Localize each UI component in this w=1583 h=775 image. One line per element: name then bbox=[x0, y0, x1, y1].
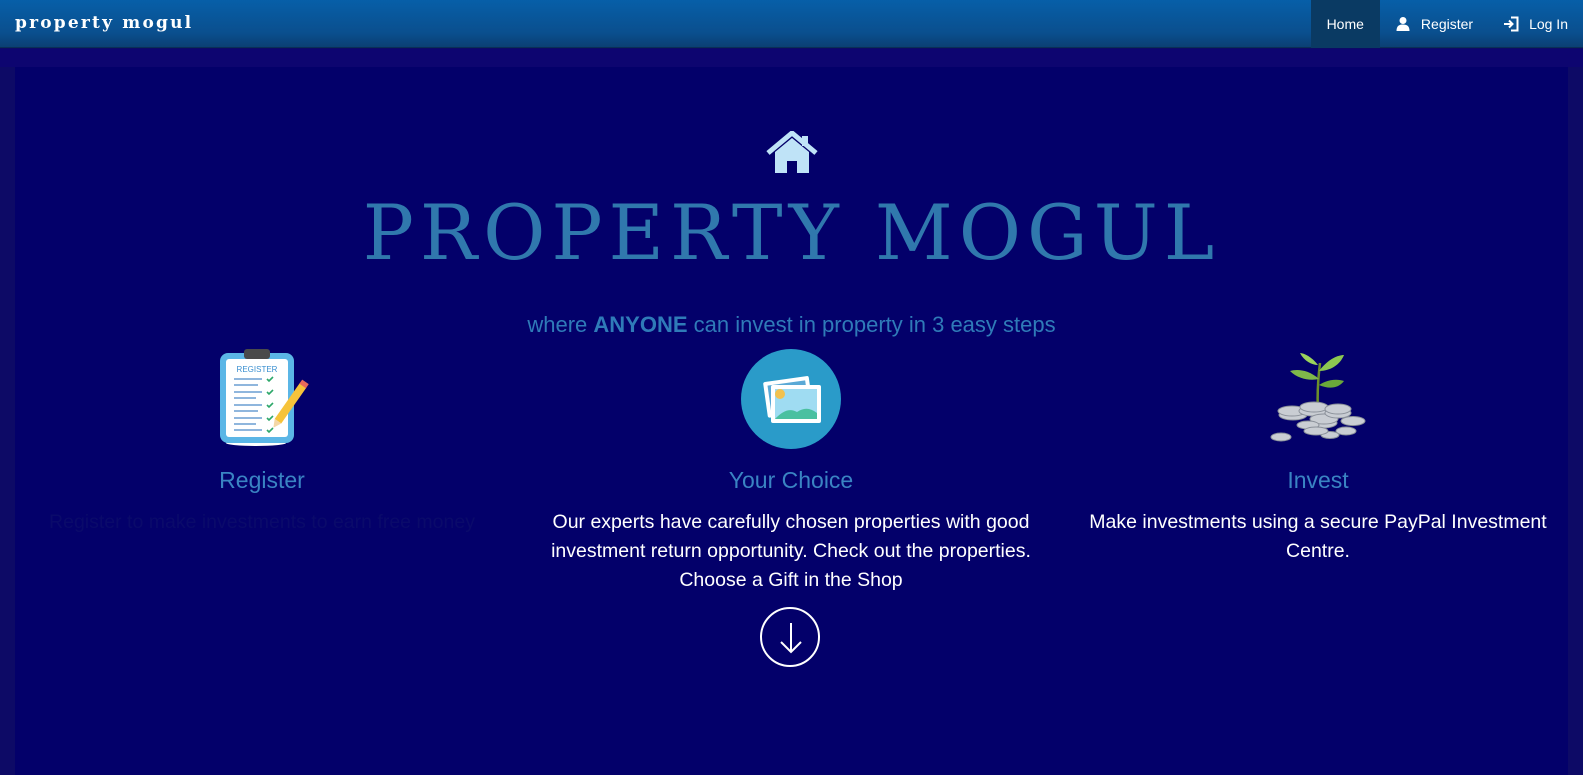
nav-home[interactable]: Home bbox=[1310, 0, 1380, 48]
step-your-choice: Your Choice Our experts have carefully c… bbox=[541, 349, 1041, 595]
hero-subtitle: where ANYONE can invest in property in 3… bbox=[0, 312, 1583, 338]
login-icon bbox=[1503, 16, 1519, 32]
arrow-down-circle-icon bbox=[780, 623, 802, 654]
nav-menu: Home Register Log In bbox=[1310, 0, 1583, 48]
coins-plant-icon bbox=[1268, 349, 1368, 449]
step-your-choice-title: Your Choice bbox=[728, 467, 854, 493]
photos-icon bbox=[741, 349, 841, 449]
subtitle-prefix: where bbox=[527, 312, 594, 337]
subtitle-emphasis: ANYONE bbox=[593, 312, 688, 337]
nav-login[interactable]: Log In bbox=[1488, 0, 1583, 48]
page-title: PROPERTY MOGUL bbox=[362, 188, 1221, 277]
step-invest-title: Invest bbox=[1287, 467, 1349, 493]
nav-register[interactable]: Register bbox=[1380, 0, 1488, 48]
step-invest-description: Make investments using a secure PayPal I… bbox=[1089, 511, 1547, 562]
clipboard-text: REGISTER bbox=[237, 365, 278, 374]
step-register: REGISTER Register Register to make inves… bbox=[12, 349, 512, 537]
nav-login-label: Log In bbox=[1529, 16, 1568, 32]
brand-logo[interactable]: property mogul bbox=[15, 13, 193, 33]
nav-register-label: Register bbox=[1420, 16, 1474, 32]
hero-section: PROPERTY MOGUL where ANYONE can invest i… bbox=[0, 49, 1583, 775]
nav-home-label: Home bbox=[1326, 16, 1364, 32]
clipboard-register-icon: REGISTER bbox=[212, 349, 312, 449]
top-navbar: property mogul Home Register Log In bbox=[0, 0, 1583, 48]
house-icon bbox=[766, 131, 818, 175]
scroll-down-button[interactable] bbox=[760, 607, 820, 667]
user-icon bbox=[1395, 16, 1411, 32]
step-your-choice-description: Our experts have carefully chosen proper… bbox=[551, 511, 1031, 591]
step-invest: Invest Make investments using a secure P… bbox=[1068, 349, 1568, 566]
subtitle-suffix: can invest in property in 3 easy steps bbox=[687, 312, 1056, 337]
step-register-description: Register to make investments to earn fre… bbox=[49, 511, 475, 533]
step-register-title: Register bbox=[219, 467, 305, 493]
